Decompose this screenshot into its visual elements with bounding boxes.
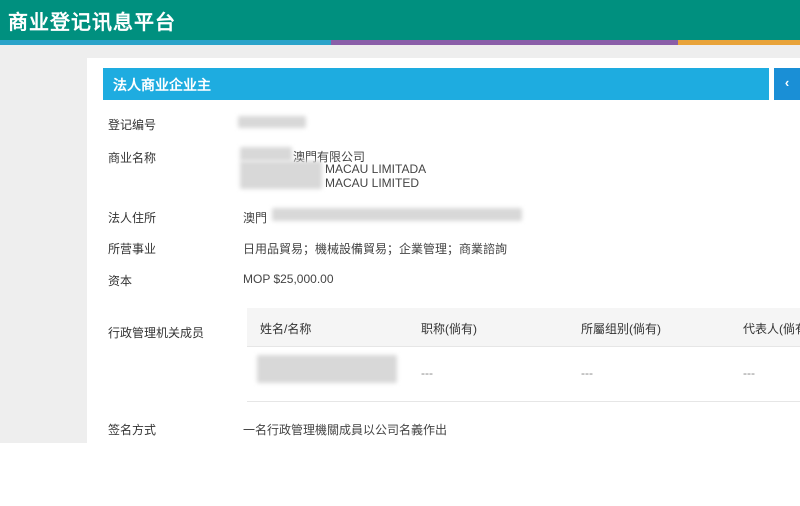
redacted-name-2	[240, 161, 322, 189]
reg-no-label: 登记编号	[108, 118, 157, 132]
redacted-name-1	[240, 147, 292, 161]
capital-label: 资本	[108, 274, 133, 288]
panel-header: 法人商业企业主	[103, 68, 769, 100]
name-label: 商业名称	[108, 151, 157, 165]
col-representative: 代表人(倘有	[743, 322, 800, 336]
business-value: 日用品貿易；機械設備貿易；企業管理；商業諮詢	[243, 242, 508, 256]
redacted-member-name	[257, 355, 397, 383]
business-label: 所营事业	[108, 242, 157, 256]
admin-label: 行政管理机关成员	[108, 326, 205, 340]
capital-value: MOP $25,000.00	[243, 272, 334, 286]
signature-value: 一名行政管理機關成員以公司名義作出	[243, 423, 448, 437]
signature-label: 签名方式	[108, 423, 157, 437]
table-bottom-border	[247, 401, 800, 402]
app-title: 商业登记讯息平台	[8, 12, 176, 34]
panel-title: 法人商业企业主	[113, 77, 211, 93]
address-label: 法人住所	[108, 211, 157, 225]
name-line-3: MACAU LIMITED	[325, 176, 420, 190]
table-divider	[247, 346, 800, 347]
chevron-left-icon: ‹	[784, 75, 790, 90]
name-line-2: MACAU LIMITADA	[325, 162, 427, 176]
redacted-reg-no	[238, 116, 306, 128]
col-title: 职称(倘有)	[421, 322, 477, 336]
cell-title: ---	[421, 366, 433, 380]
address-value: 澳門	[243, 211, 268, 225]
cell-representative: ---	[743, 366, 755, 380]
app-header: 商业登记讯息平台	[0, 0, 800, 40]
redacted-address	[272, 208, 522, 221]
cell-group: ---	[581, 366, 593, 380]
col-group: 所屬组别(倘有)	[581, 322, 661, 336]
collapse-button[interactable]: ‹	[774, 68, 800, 100]
admin-table-header	[247, 308, 800, 346]
col-name: 姓名/名称	[260, 322, 312, 336]
